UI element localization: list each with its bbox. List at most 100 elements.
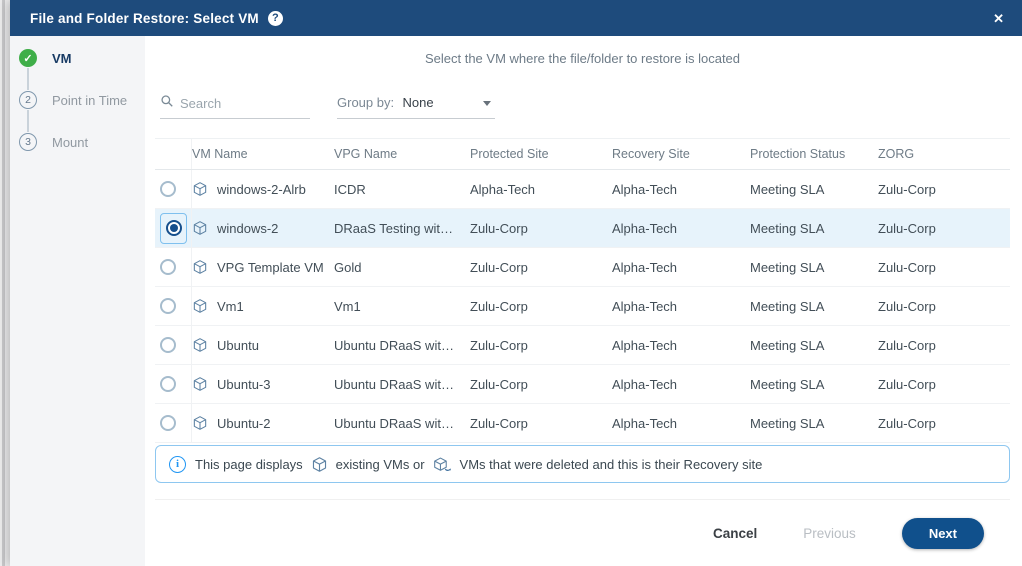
vm-name: Ubuntu (217, 338, 259, 353)
zorg-cell: Zulu-Corp (878, 260, 1010, 275)
vm-icon (192, 337, 208, 353)
recovery-site-cell: Alpha-Tech (612, 416, 750, 431)
table-header: VM Name VPG Name Protected Site Recovery… (155, 138, 1010, 170)
column-header-vpg-name[interactable]: VPG Name (334, 147, 470, 161)
protected-site-cell: Zulu-Corp (470, 377, 612, 392)
vpg-name-cell: Gold (334, 260, 470, 275)
dialog-body: ✓ VM 2 Point in Time 3 Mount Select the … (10, 36, 1022, 566)
step-label: VM (52, 51, 72, 66)
table-row[interactable]: Vm1Vm1Zulu-CorpAlpha-TechMeeting SLAZulu… (155, 287, 1010, 326)
zorg-cell: Zulu-Corp (878, 221, 1010, 236)
vm-name-cell: windows-2-Alrb (192, 181, 334, 197)
page-subtitle: Select the VM where the file/folder to r… (155, 51, 1010, 66)
info-text-part1: This page displays (195, 457, 303, 472)
step-connector (27, 68, 29, 90)
vpg-name-cell: ICDR (334, 182, 470, 197)
step-label: Point in Time (52, 93, 127, 108)
step-connector (27, 110, 29, 132)
help-icon[interactable]: ? (268, 11, 283, 26)
column-header-protected-site[interactable]: Protected Site (470, 147, 612, 161)
recovery-site-cell: Alpha-Tech (612, 221, 750, 236)
radio-column-header (155, 139, 192, 169)
recovery-site-cell: Alpha-Tech (612, 182, 750, 197)
radio-cell[interactable] (155, 248, 192, 286)
close-icon[interactable]: ✕ (993, 12, 1004, 25)
radio-button[interactable] (160, 181, 176, 197)
column-header-protection-status[interactable]: Protection Status (750, 147, 878, 161)
vm-name-cell: Ubuntu (192, 337, 334, 353)
info-text: This page displays existing VMs or VMs t… (195, 456, 762, 473)
step-number: 2 (19, 91, 37, 109)
vm-name-cell: Vm1 (192, 298, 334, 314)
radio-cell[interactable] (155, 365, 192, 403)
radio-button[interactable] (160, 415, 176, 431)
protected-site-cell: Zulu-Corp (470, 221, 612, 236)
vm-name: Vm1 (217, 299, 244, 314)
step-item-vm[interactable]: ✓ VM (19, 49, 145, 67)
vm-deleted-icon (433, 456, 452, 473)
vpg-name-cell: DRaaS Testing with ... (334, 221, 470, 236)
vm-icon (192, 181, 208, 197)
protected-site-cell: Zulu-Corp (470, 416, 612, 431)
step-item-point-in-time[interactable]: 2 Point in Time (19, 91, 145, 109)
radio-cell[interactable] (155, 404, 192, 442)
vm-name: Ubuntu-2 (217, 416, 270, 431)
dialog-titlebar: File and Folder Restore: Select VM ? ✕ (10, 0, 1022, 36)
table-row[interactable]: windows-2DRaaS Testing with ...Zulu-Corp… (155, 209, 1010, 248)
table-row[interactable]: Ubuntu-2Ubuntu DRaaS with ...Zulu-CorpAl… (155, 404, 1010, 443)
page-scrollbar[interactable] (2, 0, 5, 566)
vm-icon (192, 415, 208, 431)
protected-site-cell: Zulu-Corp (470, 299, 612, 314)
next-button[interactable]: Next (902, 518, 984, 549)
vpg-name-cell: Ubuntu DRaaS with ... (334, 338, 470, 353)
vm-icon (192, 259, 208, 275)
protection-status-cell: Meeting SLA (750, 416, 878, 431)
vm-name: windows-2-Alrb (217, 182, 306, 197)
radio-cell[interactable] (155, 326, 192, 364)
radio-button[interactable] (160, 337, 176, 353)
table-row[interactable]: windows-2-AlrbICDRAlpha-TechAlpha-TechMe… (155, 170, 1010, 209)
dialog-content: Select the VM where the file/folder to r… (145, 36, 1022, 566)
chevron-down-icon (483, 101, 491, 106)
radio-cell[interactable] (155, 209, 192, 247)
recovery-site-cell: Alpha-Tech (612, 377, 750, 392)
radio-button[interactable] (160, 376, 176, 392)
search-icon (160, 94, 174, 113)
vm-icon (192, 298, 208, 314)
step-check-icon: ✓ (19, 49, 37, 67)
step-number: 3 (19, 133, 37, 151)
protected-site-cell: Zulu-Corp (470, 260, 612, 275)
column-header-vm-name[interactable]: VM Name (192, 147, 334, 161)
column-header-zorg[interactable]: ZORG (878, 147, 1010, 161)
search-input[interactable] (180, 96, 295, 111)
zorg-cell: Zulu-Corp (878, 416, 1010, 431)
table-row[interactable]: Ubuntu-3 Ubuntu DRaaS with ...Zulu-CorpAl… (155, 365, 1010, 404)
radio-focus-ring (160, 213, 187, 244)
group-by-label: Group by: (337, 95, 394, 110)
group-by-dropdown[interactable]: Group by: None (337, 94, 495, 119)
step-item-mount[interactable]: 3 Mount (19, 133, 145, 151)
search-field[interactable] (160, 94, 310, 119)
table-row[interactable]: VPG Template VMGoldZulu-CorpAlpha-TechMe… (155, 248, 1010, 287)
wizard-stepper: ✓ VM 2 Point in Time 3 Mount (10, 36, 145, 566)
group-by-value: None (403, 95, 434, 110)
radio-cell[interactable] (155, 170, 192, 208)
vm-name: Ubuntu-3 (217, 377, 270, 392)
info-text-part3: VMs that were deleted and this is their … (460, 457, 763, 472)
cancel-button[interactable]: Cancel (713, 526, 757, 541)
radio-button[interactable] (166, 220, 182, 236)
vpg-name-cell: Ubuntu DRaaS with ... (334, 377, 470, 392)
radio-button[interactable] (160, 259, 176, 275)
column-header-recovery-site[interactable]: Recovery Site (612, 147, 750, 161)
protection-status-cell: Meeting SLA (750, 221, 878, 236)
radio-cell[interactable] (155, 287, 192, 325)
table-row[interactable]: UbuntuUbuntu DRaaS with ...Zulu-CorpAlph… (155, 326, 1010, 365)
recovery-site-cell: Alpha-Tech (612, 260, 750, 275)
vm-table: VM Name VPG Name Protected Site Recovery… (155, 138, 1010, 443)
protected-site-cell: Zulu-Corp (470, 338, 612, 353)
vpg-name-cell: Vm1 (334, 299, 470, 314)
radio-button[interactable] (160, 298, 176, 314)
previous-button[interactable]: Previous (803, 526, 856, 541)
info-text-part2: existing VMs or (336, 457, 425, 472)
vm-name: VPG Template VM (217, 260, 324, 275)
